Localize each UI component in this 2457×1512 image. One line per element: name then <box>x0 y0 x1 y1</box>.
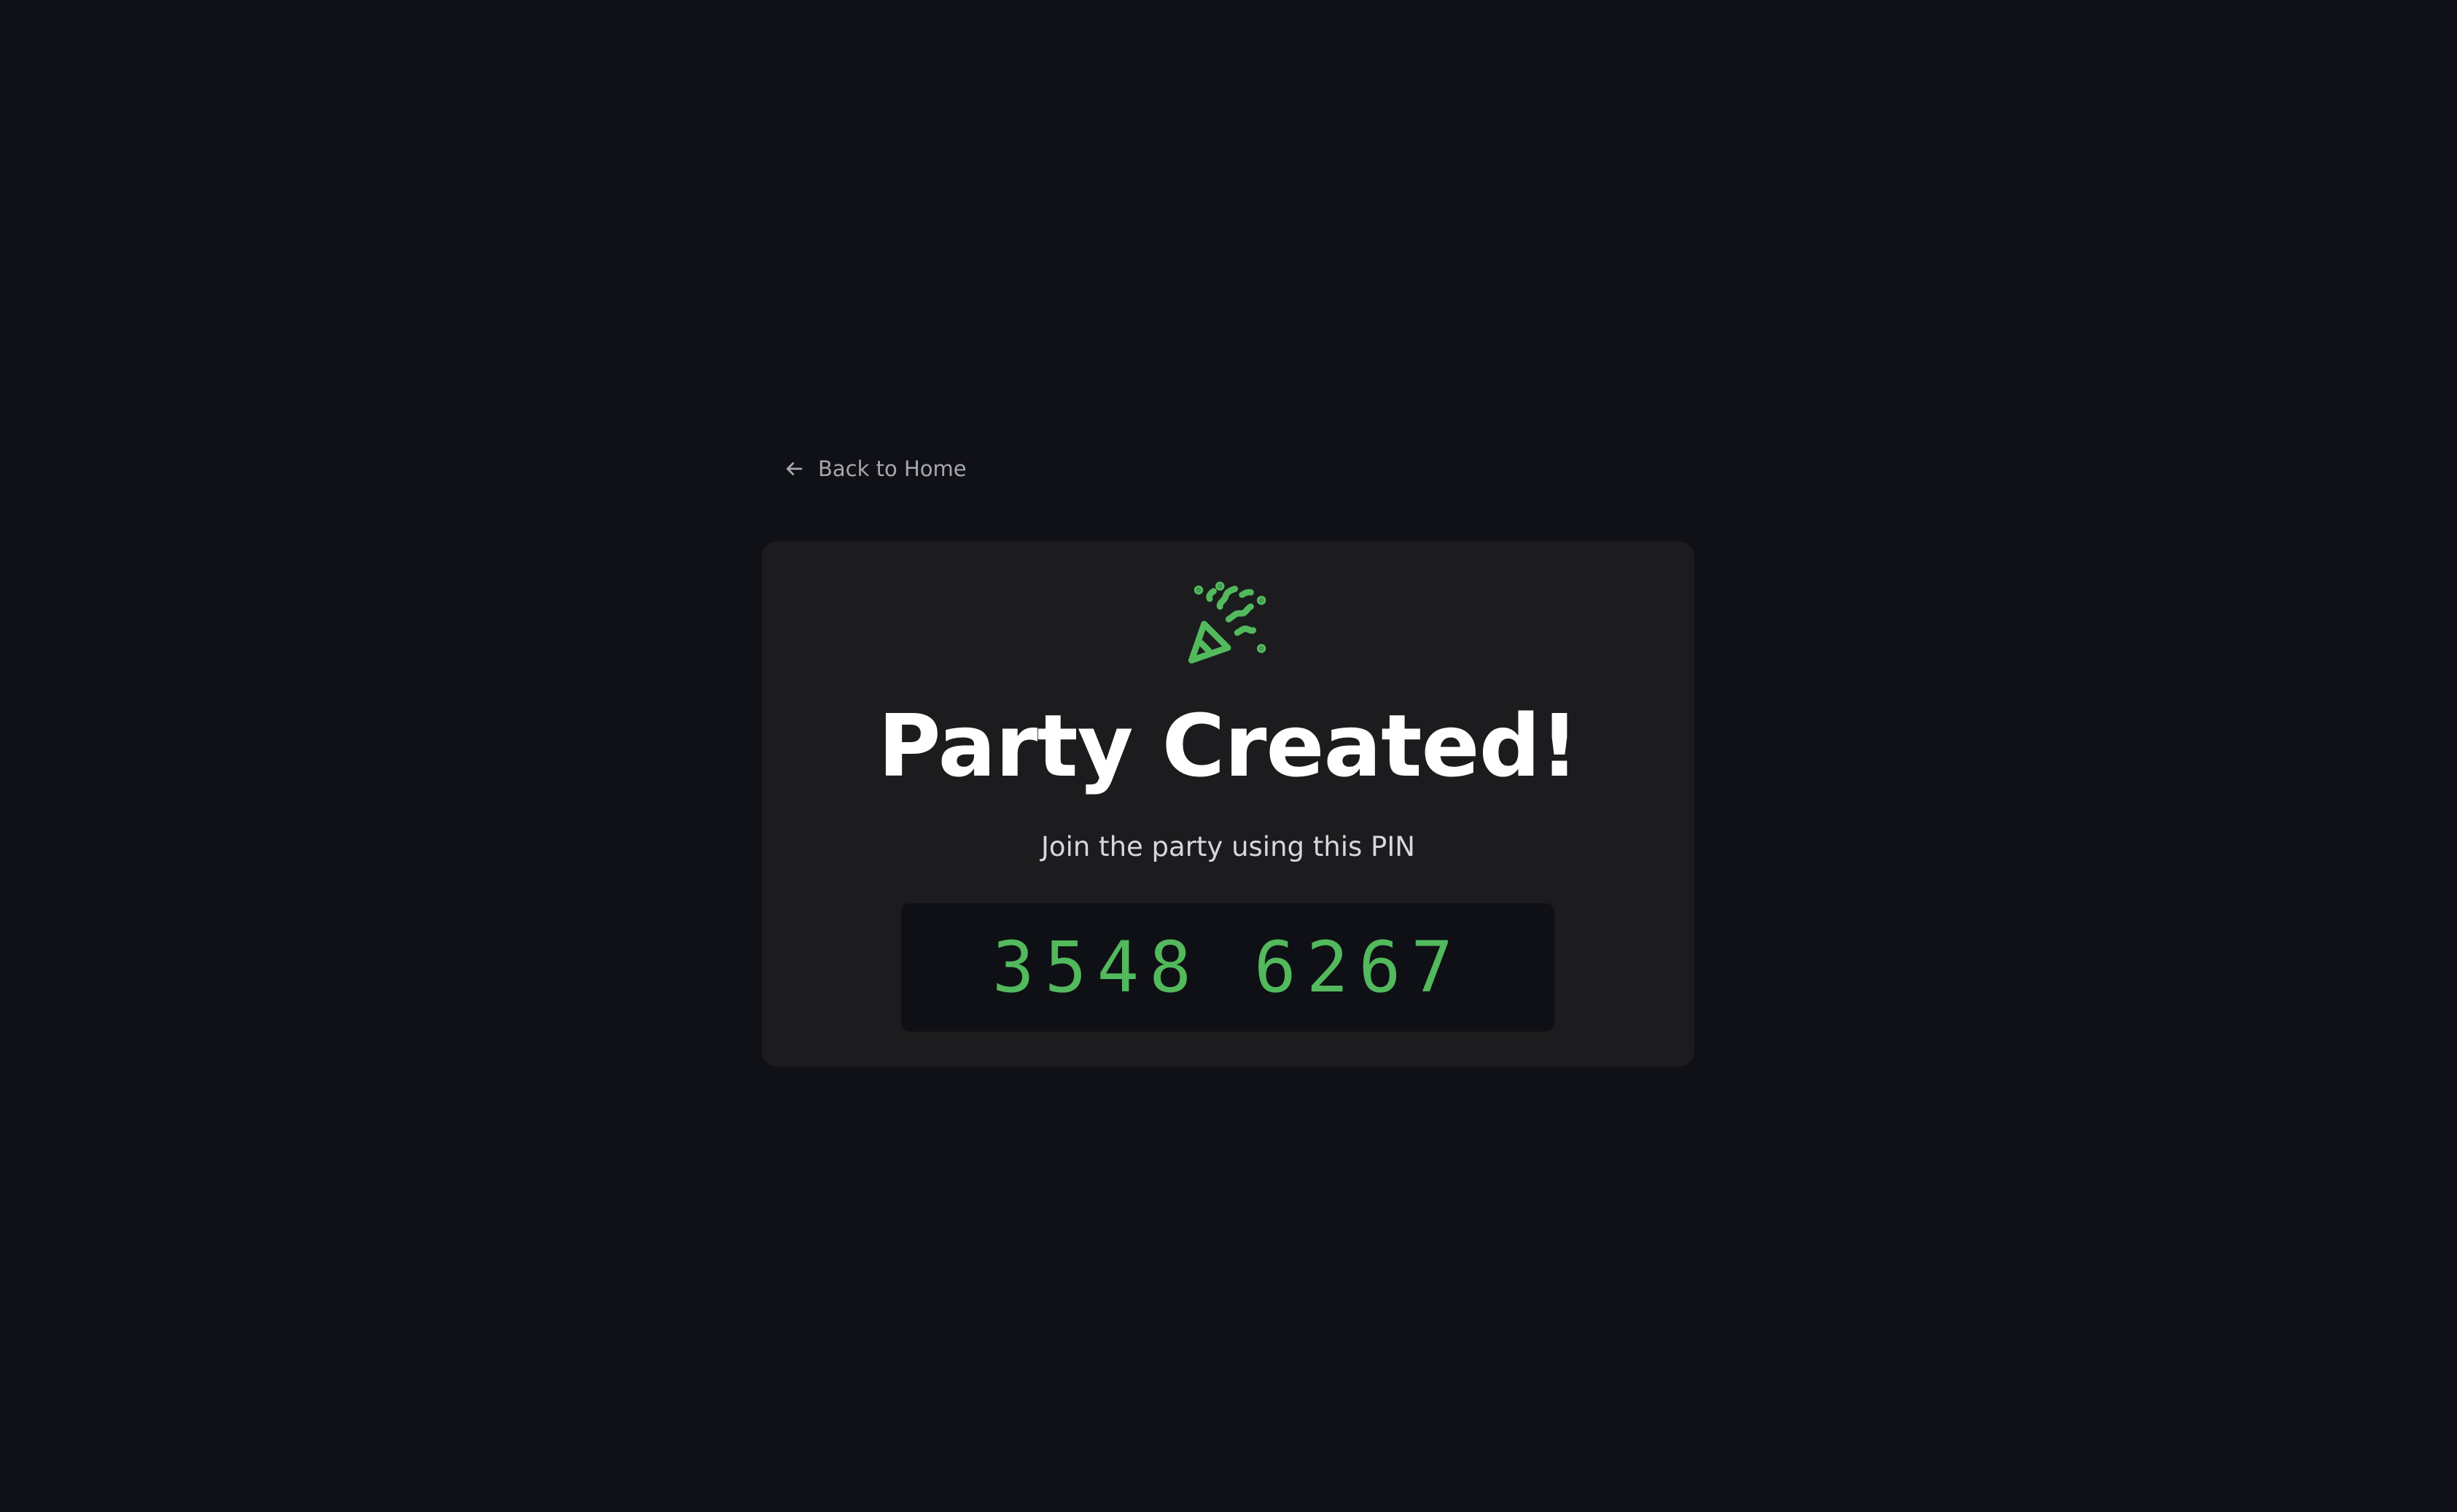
page-title: Party Created! <box>878 695 1579 796</box>
pin-display: 3548 6267 <box>901 903 1554 1032</box>
party-pin: 3548 6267 <box>992 927 1464 1008</box>
page: Back to Home Party Created! Join the par… <box>0 0 2457 1512</box>
back-to-home-link[interactable]: Back to Home <box>783 452 967 486</box>
party-popper-icon <box>1180 577 1274 672</box>
arrow-left-icon <box>783 458 805 480</box>
back-to-home-label: Back to Home <box>818 456 967 481</box>
pin-instructions: Join the party using this PIN <box>1041 831 1415 862</box>
